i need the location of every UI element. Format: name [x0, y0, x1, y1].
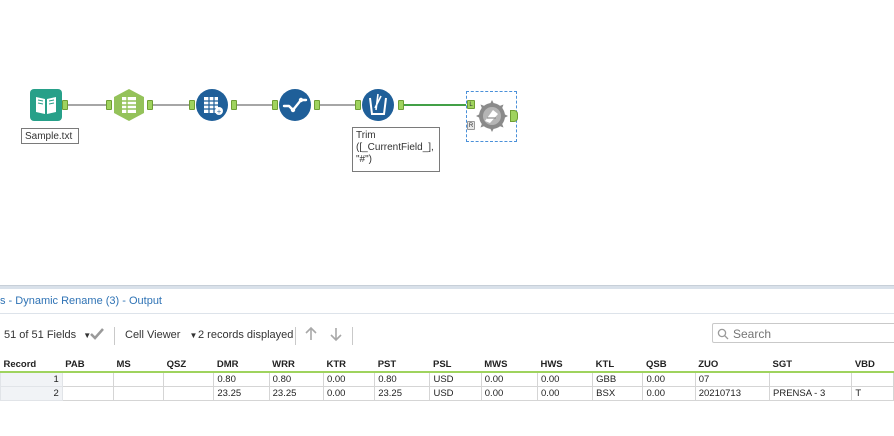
- table-cell[interactable]: [163, 386, 215, 401]
- records-count: 2 records displayed: [198, 329, 294, 341]
- column-header[interactable]: MWS: [481, 357, 538, 373]
- grid-header-row: Record PAB MS QSZ DMR WRR KTR PST PSL MW…: [0, 357, 894, 373]
- table-cell[interactable]: USD: [429, 371, 482, 387]
- column-header[interactable]: QSB: [642, 357, 696, 373]
- table-cell[interactable]: 0.00: [536, 371, 594, 387]
- fields-dropdown[interactable]: 51 of 51 Fields ▼: [4, 329, 91, 341]
- cell-viewer-dropdown[interactable]: Cell Viewer ▼: [125, 329, 197, 341]
- column-header[interactable]: HWS: [537, 357, 593, 373]
- chevron-down-icon: ▼: [189, 331, 198, 340]
- table-cell[interactable]: 0.80: [268, 371, 324, 387]
- table-cell[interactable]: PRENSA - 3: [768, 386, 853, 401]
- select-tool[interactable]: [112, 88, 146, 122]
- table-cell[interactable]: T: [851, 386, 894, 401]
- table-cell[interactable]: 0.00: [480, 371, 538, 387]
- column-header[interactable]: KTR: [323, 357, 375, 373]
- table-cell[interactable]: 0.80: [213, 371, 270, 387]
- select-output-anchor[interactable]: [147, 100, 153, 110]
- toolbar-divider: [114, 327, 115, 345]
- fields-label: 51 of 51 Fields: [4, 329, 77, 341]
- results-separator: [0, 313, 894, 314]
- input-tool-label: Sample.txt: [21, 128, 79, 144]
- column-header[interactable]: PAB: [62, 357, 114, 373]
- toolbar-divider: [295, 327, 296, 345]
- cleanse-output-anchor[interactable]: [314, 100, 320, 110]
- column-header[interactable]: VBD: [851, 357, 894, 373]
- table-cell[interactable]: 0.00: [536, 386, 594, 401]
- column-header[interactable]: Record: [0, 357, 63, 373]
- column-header[interactable]: PST: [374, 357, 430, 373]
- column-header[interactable]: SGT: [769, 357, 852, 373]
- table-cell[interactable]: 07: [694, 371, 771, 387]
- data-cleansing-tool[interactable]: [278, 88, 312, 122]
- table-cell[interactable]: [112, 386, 165, 401]
- column-header[interactable]: DMR: [213, 357, 270, 373]
- arrow-up-icon[interactable]: [304, 326, 318, 345]
- formula-icon: [362, 89, 394, 121]
- connection-4: [317, 104, 357, 106]
- toolbar-divider: [352, 327, 353, 345]
- table-row: 2 23.25 23.25 0.00 23.25 USD 0.00 0.00 B…: [0, 386, 894, 401]
- apply-check-icon[interactable]: [89, 326, 105, 345]
- multi-field-formula-tool[interactable]: +: [195, 88, 229, 122]
- search-input[interactable]: [731, 326, 894, 342]
- table-cell[interactable]: [163, 371, 215, 387]
- input-data-tool[interactable]: [29, 88, 63, 122]
- table-cell[interactable]: USD: [429, 386, 482, 401]
- connection-5: [402, 104, 466, 106]
- search-icon: [717, 328, 729, 340]
- svg-text:+: +: [216, 109, 221, 116]
- formula-output-anchor[interactable]: [398, 100, 404, 110]
- input-output-anchor[interactable]: [62, 100, 68, 110]
- arrow-down-icon[interactable]: [329, 326, 343, 345]
- table-cell[interactable]: 0.00: [642, 371, 696, 387]
- select-columns-icon: [114, 89, 144, 121]
- table-cell[interactable]: 0.00: [322, 371, 376, 387]
- column-header[interactable]: QSZ: [163, 357, 214, 373]
- table-cell[interactable]: 23.25: [213, 386, 270, 401]
- connection-1: [66, 104, 108, 106]
- table-row: 1 0.80 0.80 0.00 0.80 USD 0.00 0.00 GBB …: [0, 371, 894, 387]
- table-cell[interactable]: [851, 371, 894, 387]
- connection-3: [234, 104, 274, 106]
- gear-saw-icon: [476, 100, 508, 132]
- table-cell[interactable]: 0.80: [374, 371, 431, 387]
- book-icon: [30, 89, 62, 121]
- dynamic-rename-left-anchor[interactable]: L: [467, 100, 475, 109]
- table-cell[interactable]: 0.00: [642, 386, 696, 401]
- cell-viewer-label: Cell Viewer: [125, 329, 181, 341]
- record-number: 1: [0, 371, 63, 387]
- dynamic-rename-output-anchor[interactable]: [510, 110, 518, 122]
- multi-field-output-anchor[interactable]: [231, 100, 237, 110]
- table-cell[interactable]: [112, 371, 165, 387]
- column-header[interactable]: ZUO: [695, 357, 770, 373]
- column-header[interactable]: PSL: [429, 357, 482, 373]
- formula-tool[interactable]: [361, 88, 395, 122]
- results-panel: s - Dynamic Rename (3) - Output 51 of 51…: [0, 289, 894, 436]
- results-grid: Record PAB MS QSZ DMR WRR KTR PST PSL MW…: [0, 357, 894, 401]
- workflow-canvas[interactable]: + L R Sample.txt Trim ([_CurrentField_],…: [0, 0, 894, 285]
- table-cell[interactable]: 23.25: [268, 386, 324, 401]
- table-cell[interactable]: [61, 371, 114, 387]
- table-cell[interactable]: GBB: [592, 371, 644, 387]
- record-number: 2: [0, 386, 63, 401]
- column-header[interactable]: MS: [113, 357, 164, 373]
- column-header[interactable]: KTL: [592, 357, 643, 373]
- search-box[interactable]: [712, 323, 894, 343]
- formula-tool-label: Trim ([_CurrentField_], "#"): [352, 127, 440, 172]
- table-cell[interactable]: BSX: [592, 386, 644, 401]
- table-cell[interactable]: 20210713: [694, 386, 771, 401]
- results-title: s - Dynamic Rename (3) - Output: [0, 295, 162, 307]
- column-header[interactable]: WRR: [269, 357, 324, 373]
- connection-2: [150, 104, 190, 106]
- multi-field-formula-icon: +: [196, 89, 228, 121]
- table-cell[interactable]: 0.00: [322, 386, 376, 401]
- table-cell[interactable]: [768, 371, 853, 387]
- table-cell[interactable]: [61, 386, 114, 401]
- data-cleansing-icon: [279, 89, 311, 121]
- dynamic-rename-right-anchor[interactable]: R: [467, 121, 475, 130]
- dynamic-rename-tool[interactable]: [475, 99, 509, 133]
- table-cell[interactable]: 23.25: [374, 386, 431, 401]
- table-cell[interactable]: 0.00: [480, 386, 538, 401]
